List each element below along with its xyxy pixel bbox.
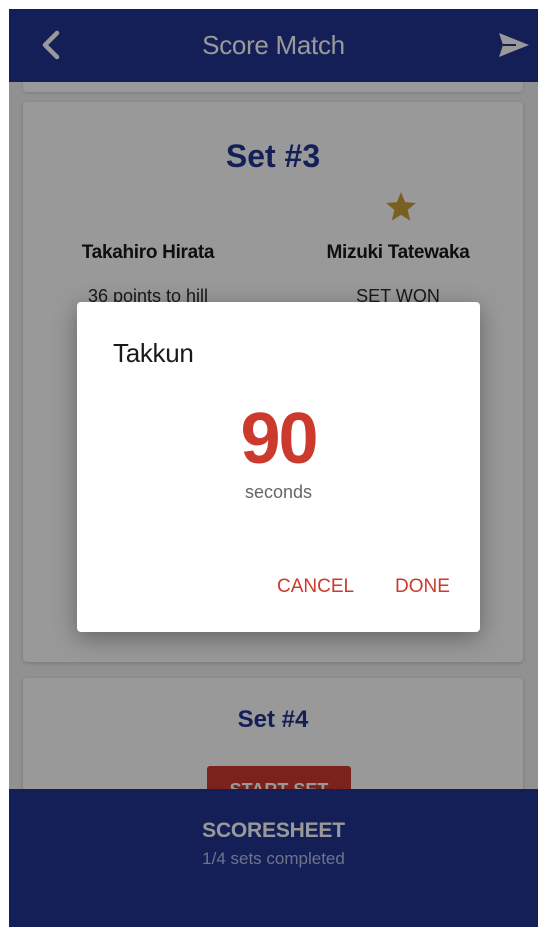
timer-value: 90 <box>240 399 318 479</box>
screen: Score Match Set #3 Takahiro Hirata 36 po… <box>0 0 538 927</box>
timer-unit: seconds <box>244 482 313 502</box>
dialog-title: Takkun <box>113 338 194 368</box>
done-button[interactable]: DONE <box>391 572 454 602</box>
app: Score Match Set #3 Takahiro Hirata 36 po… <box>9 9 538 927</box>
timer-dialog: Takkun 90 seconds CANCEL DONE <box>77 302 480 632</box>
cancel-button[interactable]: CANCEL <box>273 572 358 602</box>
